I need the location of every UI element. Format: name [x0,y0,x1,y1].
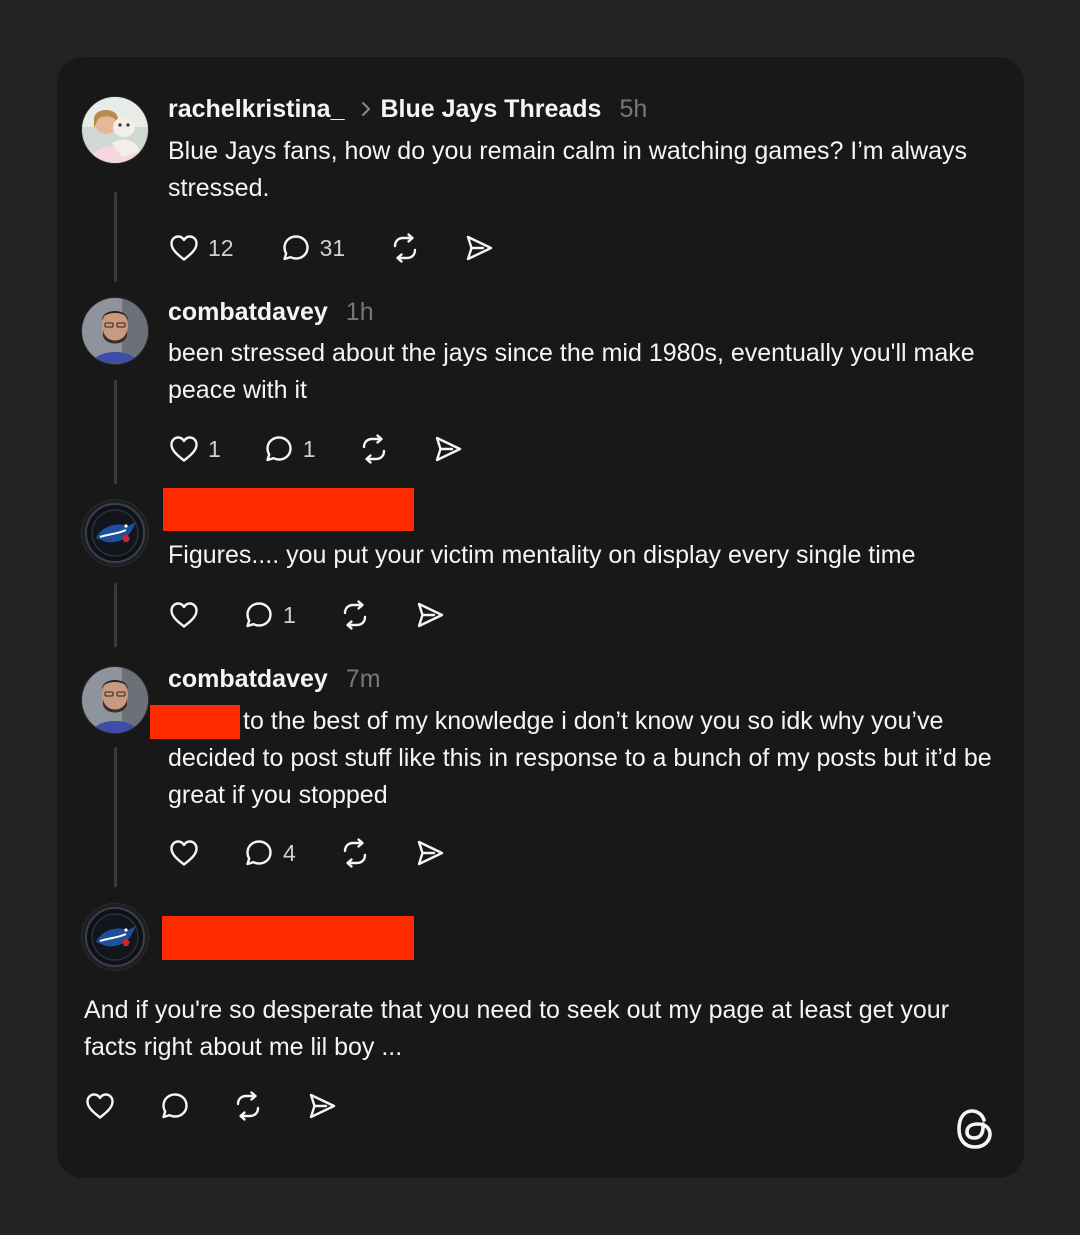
like-button[interactable] [84,1090,116,1122]
avatar[interactable] [82,667,148,733]
reply-count: 1 [283,601,296,628]
post-header: rachelkristina_ Blue Jays Threads 5h [168,91,647,127]
repost-icon [389,232,421,264]
reply-count: 1 [302,435,316,462]
username[interactable]: combatdavey [168,298,328,327]
share-button[interactable] [463,232,495,264]
share-icon [414,837,446,869]
reply-count: 31 [319,234,346,261]
action-bar: 12 31 [168,228,495,268]
heart-icon [168,232,200,264]
action-bar: 1 [168,595,446,635]
redacted-username [163,488,414,531]
redacted-username [162,916,414,960]
repost-button[interactable] [358,433,390,465]
reply-button[interactable] [159,1090,191,1122]
comment-icon [243,837,275,869]
post-header: combatdavey 1h [168,294,374,330]
thread-line [114,747,117,887]
share-button[interactable] [414,599,446,631]
comment-icon [243,599,275,631]
like-count: 1 [208,435,221,462]
thread-line [114,192,117,282]
threads-logo-icon [955,1107,995,1156]
share-button[interactable] [306,1090,338,1122]
timestamp: 7m [345,664,381,693]
post-text: to the best of my knowledge i don’t know… [168,707,992,809]
post-text: Blue Jays fans, how do you remain calm i… [168,137,967,202]
heart-icon [168,433,200,465]
reply-button[interactable]: 1 [263,433,316,465]
share-icon [414,599,446,631]
repost-icon [232,1090,264,1122]
post-text: And if you're so desperate that you need… [84,996,950,1061]
action-bar: 1 1 [168,429,464,469]
share-button[interactable] [414,837,446,869]
like-button[interactable]: 12 [168,232,234,264]
chevron-right-icon [361,101,371,117]
share-button[interactable] [432,433,464,465]
action-bar [84,1086,338,1126]
reply-count: 4 [283,839,296,866]
comment-icon [159,1090,191,1122]
avatar[interactable] [82,97,148,163]
repost-icon [339,599,371,631]
repost-icon [358,433,390,465]
reply-button[interactable]: 4 [243,837,296,869]
share-icon [463,232,495,264]
heart-icon [168,599,200,631]
avatar[interactable] [82,904,148,970]
action-bar: 4 [168,833,446,873]
community-name[interactable]: Blue Jays Threads [381,95,602,124]
avatar[interactable] [82,500,148,566]
like-count: 12 [208,234,234,261]
repost-button[interactable] [339,837,371,869]
avatar[interactable] [82,298,148,364]
post-header: combatdavey 7m [168,661,381,697]
thread-card: rachelkristina_ Blue Jays Threads 5h Blu… [57,57,1024,1178]
reply-button[interactable]: 1 [243,599,296,631]
post-text: Figures.... you put your victim mentalit… [168,541,916,569]
timestamp: 5h [619,94,648,123]
repost-button[interactable] [232,1090,264,1122]
post-text: been stressed about the jays since the m… [168,339,975,404]
share-icon [306,1090,338,1122]
like-button[interactable] [168,837,200,869]
share-icon [432,433,464,465]
timestamp: 1h [345,297,374,326]
heart-icon [168,837,200,869]
comment-icon [280,232,312,264]
reply-button[interactable]: 31 [280,232,346,264]
username[interactable]: combatdavey [168,665,328,694]
heart-icon [84,1090,116,1122]
thread-line [114,380,117,484]
comment-icon [263,433,295,465]
repost-button[interactable] [389,232,421,264]
thread-line [114,583,117,647]
like-button[interactable]: 1 [168,433,221,465]
repost-icon [339,837,371,869]
username[interactable]: rachelkristina_ [168,95,345,124]
repost-button[interactable] [339,599,371,631]
like-button[interactable] [168,599,200,631]
